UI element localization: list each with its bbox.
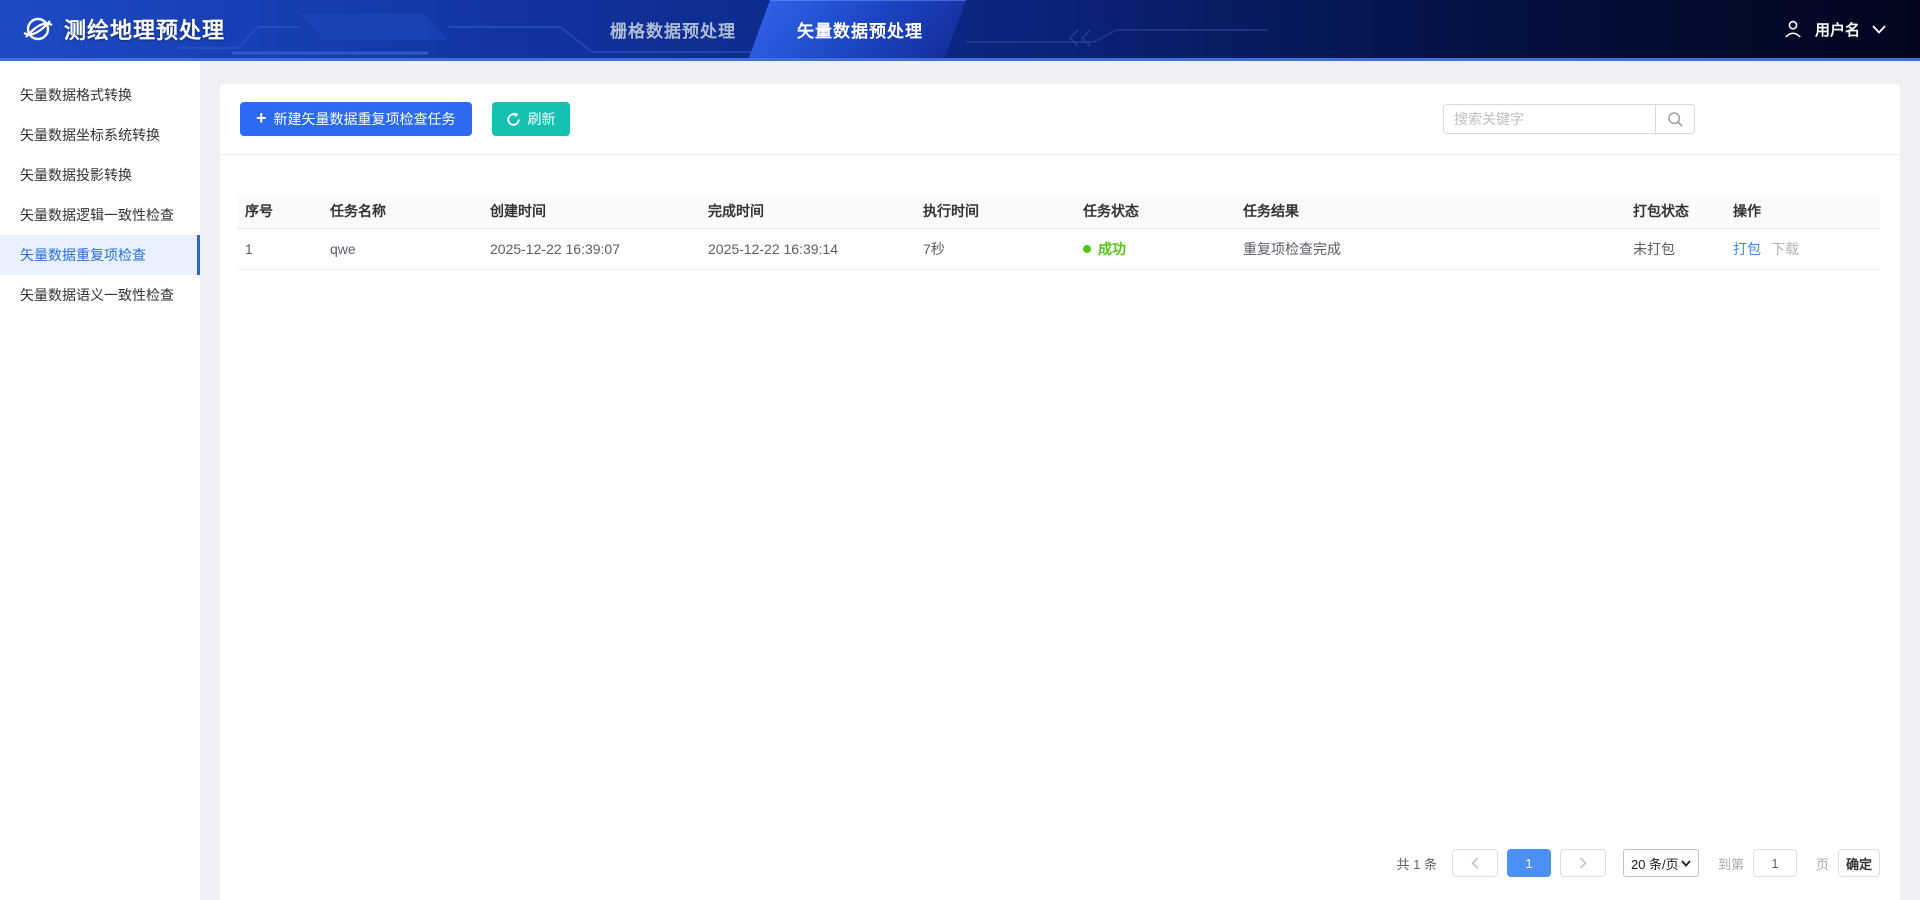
pagination: 共 1 条 1 20 条/页 到第 页 确定	[1397, 849, 1881, 877]
prev-page-button[interactable]	[1452, 849, 1498, 877]
toolbar: + 新建矢量数据重复项检查任务 刷新	[220, 84, 1900, 155]
app-logo: 测绘地理预处理	[20, 0, 225, 58]
app-title: 测绘地理预处理	[64, 13, 225, 45]
table-row: 1 qwe 2025-12-22 16:39:07 2025-12-22 16:…	[237, 228, 1880, 269]
pack-action-link[interactable]: 打包	[1733, 241, 1761, 257]
chevron-right-icon	[1579, 857, 1587, 869]
goto-page-input[interactable]	[1753, 849, 1797, 877]
col-index: 序号	[237, 195, 322, 228]
search-button[interactable]	[1655, 104, 1695, 134]
new-task-label: 新建矢量数据重复项检查任务	[274, 109, 456, 129]
chevron-down-icon	[1872, 25, 1886, 34]
tab-raster-preprocess[interactable]: 栅格数据预处理	[588, 0, 758, 58]
cell-task-name: qwe	[322, 228, 482, 269]
new-task-button[interactable]: + 新建矢量数据重复项检查任务	[240, 102, 472, 136]
cell-result: 重复项检查完成	[1235, 228, 1625, 269]
main-panel: + 新建矢量数据重复项检查任务 刷新	[220, 84, 1900, 900]
refresh-label: 刷新	[528, 109, 556, 129]
user-icon	[1783, 19, 1803, 39]
cell-index: 1	[237, 228, 322, 269]
col-task-name: 任务名称	[322, 195, 482, 228]
col-created-time: 创建时间	[482, 195, 700, 228]
sidebar-item-semantic-consistency-check[interactable]: 矢量数据语义一致性检查	[0, 275, 200, 315]
sidebar: 矢量数据格式转换 矢量数据坐标系统转换 矢量数据投影转换 矢量数据逻辑一致性检查…	[0, 61, 200, 900]
cell-pack-status: 未打包	[1625, 228, 1725, 269]
sidebar-item-projection-conversion[interactable]: 矢量数据投影转换	[0, 155, 200, 195]
col-duration: 执行时间	[915, 195, 1075, 228]
search-input[interactable]	[1443, 104, 1655, 134]
refresh-icon	[506, 112, 521, 127]
tab-vector-preprocess[interactable]: 矢量数据预处理	[762, 0, 958, 58]
search-icon	[1667, 111, 1684, 128]
next-page-button[interactable]	[1560, 849, 1606, 877]
col-finished-time: 完成时间	[700, 195, 915, 228]
chevron-down-icon	[1681, 860, 1691, 867]
sidebar-item-format-conversion[interactable]: 矢量数据格式转换	[0, 75, 200, 115]
table-header-row: 序号 任务名称 创建时间 完成时间 执行时间 任务状态 任务结果 打包状态 操作	[237, 195, 1880, 228]
status-dot	[1083, 245, 1091, 253]
username-label: 用户名	[1815, 19, 1860, 40]
task-table-wrap: 序号 任务名称 创建时间 完成时间 执行时间 任务状态 任务结果 打包状态 操作…	[237, 195, 1880, 270]
cell-status: 成功	[1075, 228, 1235, 269]
download-action-link[interactable]: 下载	[1771, 241, 1799, 257]
col-actions: 操作	[1725, 195, 1880, 228]
col-result: 任务结果	[1235, 195, 1625, 228]
goto-confirm-button[interactable]: 确定	[1838, 849, 1880, 877]
cell-created-time: 2025-12-22 16:39:07	[482, 228, 700, 269]
sidebar-item-duplicate-check[interactable]: 矢量数据重复项检查	[0, 235, 200, 275]
sidebar-item-logical-consistency-check[interactable]: 矢量数据逻辑一致性检查	[0, 195, 200, 235]
page-size-value: 20 条/页	[1631, 854, 1679, 873]
cell-finished-time: 2025-12-22 16:39:14	[700, 228, 915, 269]
chevron-left-icon	[1471, 857, 1479, 869]
refresh-button[interactable]: 刷新	[492, 102, 570, 136]
user-menu[interactable]: 用户名	[1783, 0, 1886, 58]
cell-actions: 打包下载	[1725, 228, 1880, 269]
page-size-select[interactable]: 20 条/页	[1623, 849, 1699, 877]
goto-suffix-label: 页	[1816, 854, 1829, 873]
goto-prefix-label: 到第	[1718, 854, 1744, 873]
pagination-total: 共 1 条	[1397, 854, 1437, 873]
app-header: 测绘地理预处理 栅格数据预处理 矢量数据预处理 用户名	[0, 0, 1920, 61]
tab-label: 栅格数据预处理	[610, 17, 736, 42]
col-pack-status: 打包状态	[1625, 195, 1725, 228]
logo-icon	[20, 11, 56, 47]
plus-icon: +	[256, 109, 267, 127]
cell-duration: 7秒	[915, 228, 1075, 269]
task-table: 序号 任务名称 创建时间 完成时间 执行时间 任务状态 任务结果 打包状态 操作…	[237, 195, 1880, 270]
search-group	[1443, 104, 1695, 134]
col-status: 任务状态	[1075, 195, 1235, 228]
status-text: 成功	[1098, 241, 1126, 257]
page-number-button[interactable]: 1	[1507, 849, 1551, 877]
tab-label: 矢量数据预处理	[797, 17, 923, 42]
sidebar-item-coordinate-conversion[interactable]: 矢量数据坐标系统转换	[0, 115, 200, 155]
